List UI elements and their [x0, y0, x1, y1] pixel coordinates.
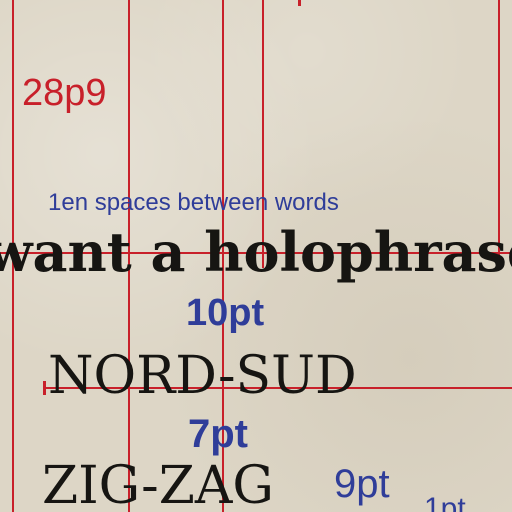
guide-tick-top: [298, 0, 301, 6]
specimen-line-1: want a holophrase: [0, 220, 512, 284]
specimen-line-2: NORD-SUD: [48, 346, 357, 406]
specimen-canvas: 28p9 1en spaces between words want a hol…: [0, 0, 512, 512]
partial-label: 1pt: [424, 492, 466, 512]
gap-label-2: 7pt: [188, 412, 248, 456]
width-label: 28p9: [22, 72, 107, 114]
spacing-note: 1en spaces between words: [48, 189, 339, 216]
size-label: 9pt: [334, 462, 390, 506]
guide-tick-left: [43, 381, 46, 395]
gap-label-1: 10pt: [186, 292, 265, 334]
specimen-line-3: ZIG-ZAG: [42, 456, 274, 512]
